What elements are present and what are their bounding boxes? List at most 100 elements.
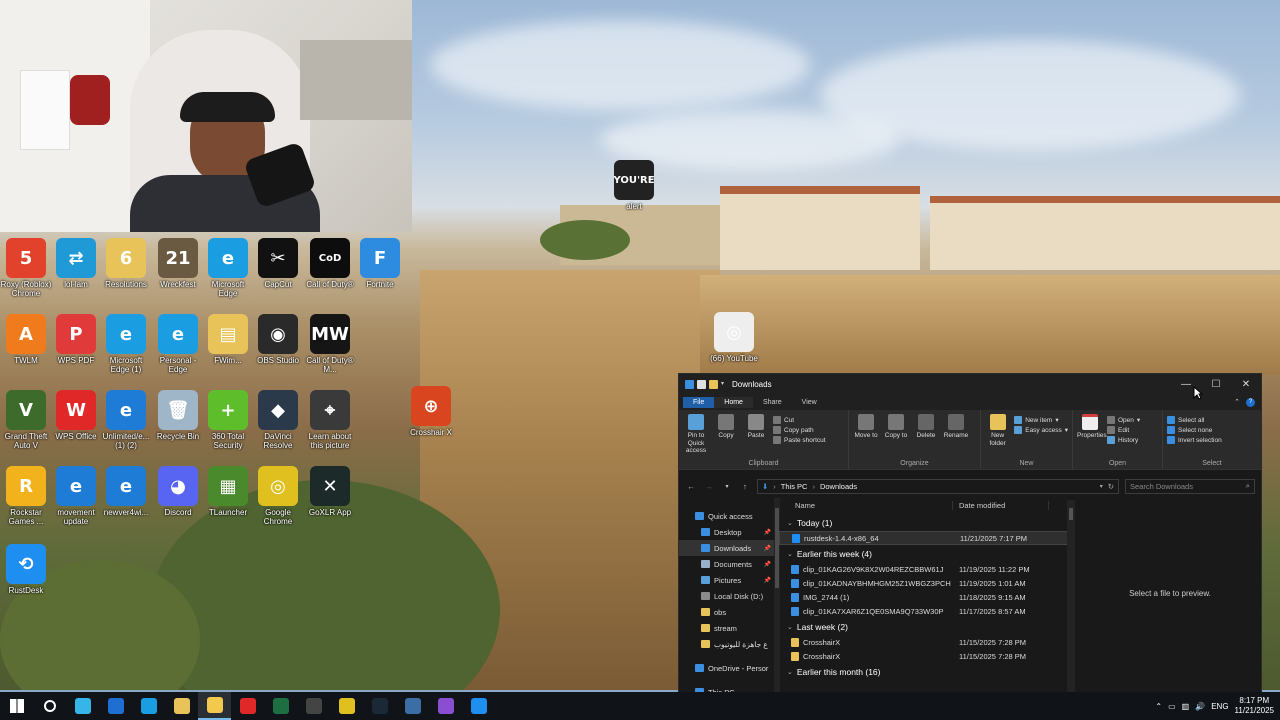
download-arrow-icon[interactable] [685, 379, 694, 389]
desktop-icon[interactable]: 21 Wreckfest [152, 238, 204, 289]
desktop-icon[interactable]: ◉ OBS Studio [252, 314, 304, 365]
desktop-icon[interactable]: ⟲ RustDesk [0, 544, 52, 595]
desktop-icon[interactable]: A TWLM [0, 314, 52, 365]
back-arrow-icon[interactable]: ← [685, 482, 697, 491]
file-group-header[interactable]: ⌄ Last week (2) [779, 618, 1069, 635]
collapse-ribbon-icon[interactable]: ⌃ [1228, 398, 1246, 406]
qat-dropdown-icon[interactable]: ▾ [721, 380, 726, 389]
nav-item[interactable]: Pictures 📌 [679, 572, 779, 588]
title-bar[interactable]: ▾ Downloads — ☐ ✕ [679, 374, 1261, 394]
breadcrumb-this-pc[interactable]: This PC [781, 482, 808, 491]
taskbar-button[interactable] [66, 692, 99, 720]
history-button[interactable]: History [1107, 436, 1140, 444]
taskbar-button[interactable] [429, 692, 462, 720]
select-none-button[interactable]: Select none [1167, 426, 1222, 434]
desktop-icon[interactable]: ⇄ lol-lam [50, 238, 102, 289]
nav-item[interactable]: Desktop 📌 [679, 524, 779, 540]
desktop-icon[interactable]: F Fortnite [354, 238, 406, 289]
desktop-icon[interactable]: e newver4wi... [100, 466, 152, 517]
file-explorer-window[interactable]: ▾ Downloads — ☐ ✕ File Home Share View ⌃… [678, 373, 1262, 697]
desktop-icon[interactable]: ⊕ Crosshair X [405, 386, 457, 437]
desktop-icon[interactable]: e Microsoft Edge (1) [100, 314, 152, 374]
up-arrow-icon[interactable]: ↑ [739, 482, 751, 491]
desktop-icon[interactable]: YOU'RE alert [608, 160, 660, 211]
display-icon[interactable]: ▭ [1168, 702, 1176, 711]
nav-item[interactable]: Quick access [679, 508, 779, 524]
taskbar-button[interactable] [0, 692, 33, 720]
desktop-icon[interactable]: e movement update [50, 466, 102, 526]
taskbar-button[interactable] [462, 692, 495, 720]
close-button[interactable]: ✕ [1231, 374, 1261, 394]
column-date-modified[interactable]: Date modified [953, 500, 1049, 510]
taskbar-button[interactable] [132, 692, 165, 720]
nav-item[interactable]: Downloads 📌 [679, 540, 779, 556]
desktop-icon[interactable]: ◎ Google Chrome [252, 466, 304, 526]
tab-home[interactable]: Home [714, 396, 753, 408]
desktop-icon[interactable]: 🗑 Recycle Bin [152, 390, 204, 441]
help-icon[interactable]: ? [1246, 397, 1255, 407]
new-item-button[interactable]: New item ▾ [1014, 416, 1068, 424]
file-row[interactable]: rustdesk-1.4.4-x86_64 11/21/2025 7:17 PM [779, 531, 1069, 545]
breadcrumb-downloads[interactable]: Downloads [820, 482, 857, 491]
search-input[interactable]: Search Downloads ⌕ [1125, 478, 1255, 494]
easy-access-button[interactable]: Easy access ▾ [1014, 426, 1068, 434]
language-indicator[interactable]: ENG [1211, 702, 1228, 711]
tab-view[interactable]: View [792, 397, 827, 408]
desktop-icon[interactable]: ✂ CapCut [252, 238, 304, 289]
file-row[interactable]: clip_01KADNAYBHMHGM25Z1WBGZ3PCH 11/19/202… [779, 576, 1069, 590]
address-dropdown-icon[interactable]: ▾ [1100, 483, 1103, 490]
taskbar-button[interactable] [297, 692, 330, 720]
file-row[interactable]: IMG_2744 (1) 11/18/2025 9:15 AM [779, 590, 1069, 604]
desktop-icon[interactable]: 6 Resolutions [100, 238, 152, 289]
desktop-icon[interactable]: ◆ DaVinci Resolve [252, 390, 304, 450]
desktop-icon[interactable]: ◕ Discord [152, 466, 204, 517]
nav-item[interactable]: obs [679, 604, 779, 620]
desktop-icon[interactable]: ◎ (66) YouTube [708, 312, 760, 363]
nav-item[interactable]: stream [679, 620, 779, 636]
refresh-icon[interactable]: ↻ [1108, 482, 1114, 491]
select-all-button[interactable]: Select all [1167, 416, 1222, 424]
network-icon[interactable]: ▥ [1182, 702, 1190, 711]
tray-overflow-icon[interactable]: ⌃ [1155, 702, 1162, 711]
file-group-header[interactable]: ⌄ Earlier this week (4) [779, 545, 1069, 562]
taskbar-button[interactable] [396, 692, 429, 720]
column-name[interactable]: Name [779, 500, 953, 510]
desktop-icon[interactable]: 5 Roxy (Roblox) Chrome [0, 238, 52, 298]
desktop-icon[interactable]: ▤ FWim... [202, 314, 254, 365]
taskbar-button[interactable] [363, 692, 396, 720]
paste-shortcut-button[interactable]: Paste shortcut [773, 436, 826, 444]
tab-share[interactable]: Share [753, 397, 792, 408]
desktop-icon[interactable]: W WPS Office [50, 390, 102, 441]
invert-selection-button[interactable]: Invert selection [1167, 436, 1222, 444]
desktop-icon[interactable]: +360 Total Security [202, 390, 254, 450]
file-list-scrollbar[interactable] [1067, 500, 1075, 692]
file-group-header[interactable]: ⌄ Today (1) [779, 514, 1069, 531]
new-folder-icon[interactable] [709, 379, 718, 389]
maximize-button[interactable]: ☐ [1201, 374, 1231, 394]
desktop-icon[interactable]: e Microsoft Edge [202, 238, 254, 298]
cut-button[interactable]: Cut [773, 416, 826, 424]
taskbar-button[interactable] [330, 692, 363, 720]
volume-icon[interactable]: 🔊 [1195, 702, 1205, 711]
nav-item[interactable]: Documents 📌 [679, 556, 779, 572]
file-row[interactable]: CrosshairX 11/15/2025 7:28 PM [779, 635, 1069, 649]
taskbar-button[interactable] [198, 692, 231, 720]
file-row[interactable]: clip_01KAG26V9K8X2W04REZCBBW61J 11/19/202… [779, 562, 1069, 576]
taskbar-button[interactable] [99, 692, 132, 720]
desktop-icon[interactable]: ✕ GoXLR App [304, 466, 356, 517]
recent-locations-icon[interactable]: ▾ [721, 483, 733, 490]
desktop-icon[interactable]: CoD Call of Duty® [304, 238, 356, 289]
nav-item[interactable]: Local Disk (D:) [679, 588, 779, 604]
taskbar-button[interactable] [231, 692, 264, 720]
desktop-icon[interactable]: ⌖ Learn about this picture [304, 390, 356, 450]
forward-arrow-icon[interactable]: → [703, 482, 715, 491]
nav-item[interactable]: ع جاهزة لليوتيوب [679, 636, 779, 652]
taskbar-button[interactable] [264, 692, 297, 720]
address-input[interactable]: ⬇ › This PC › Downloads ▾ ↻ [757, 478, 1119, 494]
edit-button[interactable]: Edit [1107, 426, 1140, 434]
taskbar-button[interactable] [33, 692, 66, 720]
desktop-icon[interactable]: V Grand Theft Auto V [0, 390, 52, 450]
file-group-header[interactable]: ⌄ Earlier this month (16) [779, 663, 1069, 680]
clock[interactable]: 8:17 PM 11/21/2025 [1235, 696, 1274, 716]
desktop-icon[interactable]: P WPS PDF [50, 314, 102, 365]
